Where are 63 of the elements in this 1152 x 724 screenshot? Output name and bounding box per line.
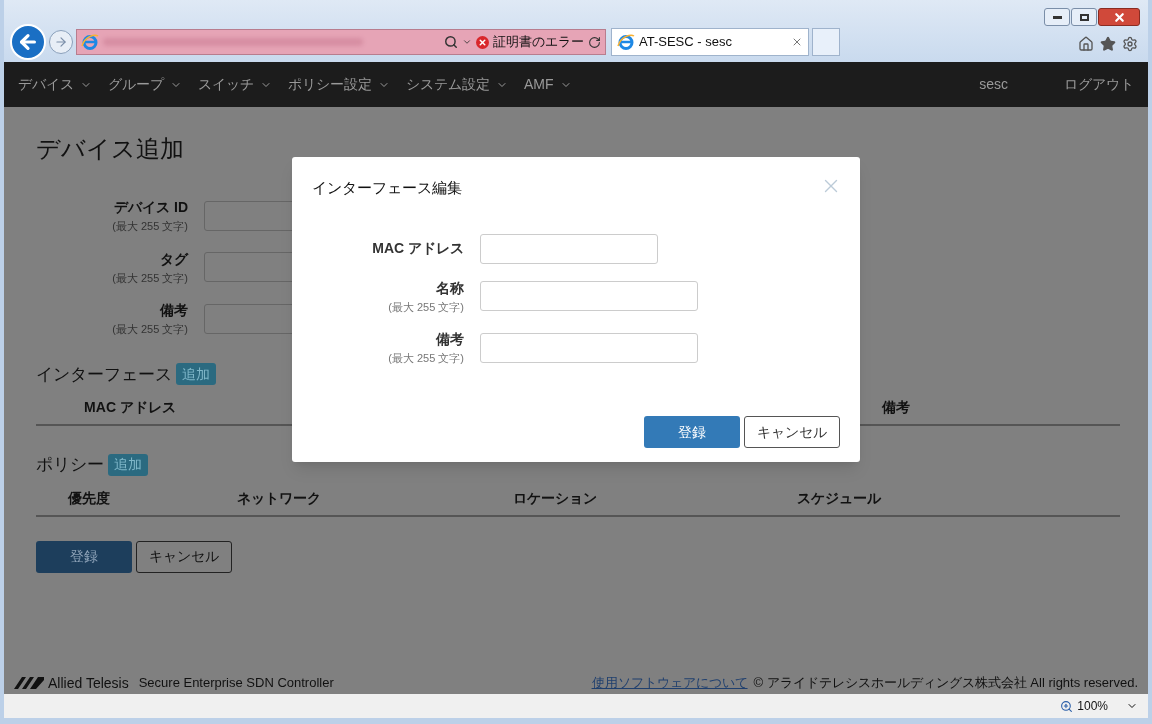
zoom-icon (1060, 699, 1074, 713)
field-hint: (最大 255 文字) (388, 351, 464, 366)
zoom-level[interactable]: 100% (1077, 697, 1108, 715)
maximize-button[interactable] (1071, 8, 1097, 26)
submit-button[interactable]: 登録 (644, 416, 740, 448)
field-hint: (最大 255 文字) (112, 270, 188, 286)
search-icon[interactable] (444, 35, 458, 49)
dialog-title: インターフェース編集 (312, 178, 462, 198)
field-hint: (最大 255 文字) (112, 322, 188, 337)
column-header: ネットワーク (236, 488, 321, 508)
settings-icon[interactable] (1122, 36, 1138, 52)
field-label: 名称 (436, 278, 464, 298)
nav-menu[interactable]: ポリシー設定 (288, 74, 390, 95)
browser-tab[interactable]: AT-SESC - sesc (611, 28, 809, 56)
field-label: タグ (160, 249, 188, 269)
tab-title: AT-SESC - sesc (639, 33, 733, 52)
logout-link[interactable]: ログアウト (1064, 74, 1134, 95)
text-field[interactable] (480, 233, 658, 264)
section-title: インターフェース (36, 363, 172, 386)
close-window-button[interactable] (1098, 8, 1140, 26)
refresh-icon[interactable] (588, 35, 601, 49)
field-label: MAC アドレス (372, 239, 464, 258)
column-header: 備考 (882, 398, 910, 417)
page-title: デバイス追加 (36, 134, 185, 164)
text-field[interactable] (480, 332, 698, 363)
favorites-star-icon[interactable] (1100, 36, 1116, 52)
home-icon[interactable] (1078, 36, 1094, 52)
browser-logo-icon (81, 33, 99, 51)
nav-menu[interactable]: AMF (524, 74, 572, 95)
company-logo-icon (14, 677, 44, 689)
browser-logo-icon (617, 33, 635, 51)
dropdown-icon[interactable] (462, 37, 472, 47)
field-label: デバイス ID (114, 198, 188, 217)
copyright-text: © アライドテレシスホールディングス株式会社 All rights reserved. (753, 674, 1138, 693)
field-hint: (最大 255 文字) (388, 299, 464, 315)
column-header: ロケーション (513, 488, 597, 508)
nav-menu[interactable]: システム設定 (406, 74, 508, 95)
section-title: ポリシー (36, 454, 104, 476)
back-button[interactable] (10, 24, 46, 60)
address-bar[interactable]: 証明書のエラー (76, 29, 606, 55)
cancel-button[interactable]: キャンセル (136, 540, 232, 573)
close-tab-icon[interactable] (791, 36, 803, 48)
maximize-icon (1079, 13, 1089, 21)
nav-menu[interactable]: グループ (108, 74, 182, 95)
cancel-button[interactable]: キャンセル (744, 416, 840, 448)
text-field[interactable] (480, 281, 698, 312)
brand-name: Allied Telesis (48, 673, 129, 693)
field-label: 備考 (436, 330, 464, 349)
close-icon (1112, 10, 1126, 24)
column-header: MAC アドレス (84, 398, 176, 417)
field-hint: (最大 255 文字) (112, 219, 188, 234)
nav-menu[interactable]: デバイス (18, 74, 92, 95)
certificate-error-text[interactable]: 証明書のエラー (493, 32, 584, 52)
minimize-button[interactable] (1044, 8, 1070, 26)
minimize-icon (1052, 15, 1062, 19)
nav-menu[interactable]: スイッチ (198, 74, 272, 95)
product-name: Secure Enterprise SDN Controller (138, 674, 334, 693)
field-label: 備考 (160, 301, 188, 320)
forward-arrow-icon (54, 35, 68, 49)
user-name: sesc (979, 75, 1008, 94)
submit-button[interactable]: 登録 (36, 540, 132, 573)
column-header: スケジュール (797, 488, 881, 508)
column-header: 優先度 (67, 488, 110, 508)
